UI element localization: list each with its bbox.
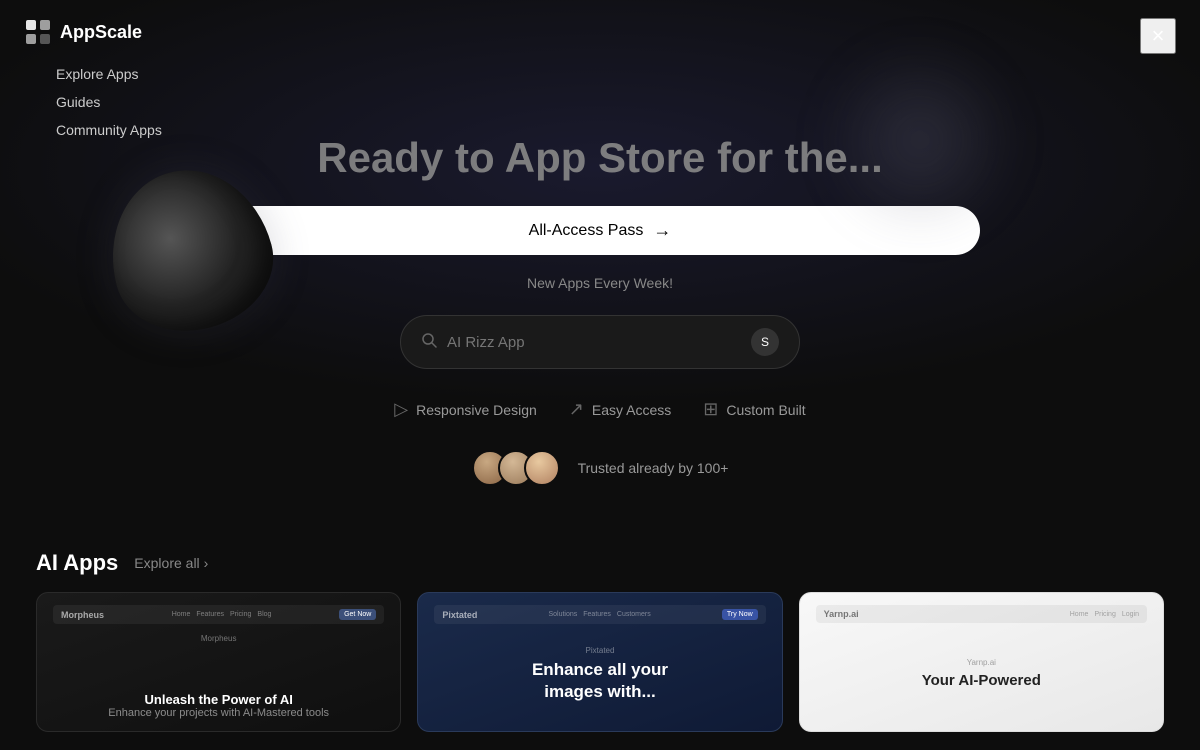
access-pass-arrow: → — [653, 220, 671, 241]
section-title: AI Apps — [36, 550, 118, 576]
search-icon — [421, 332, 437, 353]
explore-all-arrow-icon: › — [204, 555, 209, 571]
logo-text: AppScale — [60, 22, 142, 43]
responsive-icon: ▷ — [394, 399, 408, 420]
card-2-nav: Pixtated Solutions Features Customers Tr… — [434, 605, 765, 624]
feature-custom-built-label: Custom Built — [726, 402, 805, 418]
search-bar: S — [400, 315, 800, 369]
features-row: ▷ Responsive Design ↗ Easy Access ⊞ Cust… — [394, 399, 805, 420]
nav-guides[interactable]: Guides — [56, 88, 162, 116]
card-1-cta: Get Now — [339, 609, 376, 620]
card-1-logo: Morpheus — [61, 610, 104, 620]
card-2-inner: Pixtated Solutions Features Customers Tr… — [418, 593, 781, 731]
search-input[interactable] — [447, 334, 741, 351]
card-1-inner: Morpheus Home Features Pricing Blog Get … — [37, 593, 400, 731]
nav-explore[interactable]: Explore Apps — [56, 60, 162, 88]
card-2-cta: Try Now — [722, 609, 758, 620]
card-1-nav-links: Home Features Pricing Blog — [172, 611, 272, 618]
card-3-logo: Yarnp.ai — [824, 609, 859, 619]
device-image — [80, 150, 300, 350]
search-submit-button[interactable]: S — [751, 328, 779, 356]
card-3-nav-links: Home Pricing Login — [1070, 611, 1139, 618]
hero-section: Ready to App Store for the... All-Access… — [0, 0, 1200, 560]
explore-all-link[interactable]: Explore all › — [134, 555, 208, 571]
app-card-yarnp[interactable]: Yarnp.ai Home Pricing Login Yarnp.ai You… — [799, 592, 1164, 732]
card-1-nav: Morpheus Home Features Pricing Blog Get … — [53, 605, 384, 624]
hero-headline: Ready to App Store for the... — [317, 134, 882, 182]
new-apps-text: New Apps Every Week! — [527, 275, 673, 291]
trust-text: Trusted already by 100+ — [578, 460, 729, 476]
card-2-badge: Pixtated — [586, 646, 615, 655]
card-2-title: Enhance all yourimages with... — [532, 659, 668, 703]
card-1-title: Unleash the Power of AI — [53, 692, 384, 707]
trust-row: Trusted already by 100+ — [472, 450, 729, 486]
close-button[interactable]: × — [1140, 18, 1176, 54]
logo-icon — [24, 18, 52, 46]
app-card-pixtated[interactable]: Pixtated Solutions Features Customers Tr… — [417, 592, 782, 732]
cards-row: Morpheus Home Features Pricing Blog Get … — [36, 592, 1164, 732]
feature-easy-access: ↗ Easy Access — [569, 399, 671, 420]
card-2-logo: Pixtated — [442, 610, 477, 620]
card-1-subtitle: Enhance your projects with AI-Mastered t… — [53, 707, 384, 719]
ai-apps-section: AI Apps Explore all › Morpheus Home Feat… — [0, 530, 1200, 750]
feature-responsive-label: Responsive Design — [416, 402, 537, 418]
nav-links: Explore Apps Guides Community Apps — [56, 60, 162, 144]
card-2-nav-links: Solutions Features Customers — [548, 611, 650, 618]
card-3-title: Your AI-Powered — [922, 671, 1041, 691]
access-pass-label: All-Access Pass — [529, 222, 644, 240]
section-header: AI Apps Explore all › — [36, 550, 1164, 576]
nav-community[interactable]: Community Apps — [56, 116, 162, 144]
app-card-morpheus[interactable]: Morpheus Home Features Pricing Blog Get … — [36, 592, 401, 732]
avatar-stack — [472, 450, 550, 486]
feature-responsive: ▷ Responsive Design — [394, 399, 536, 420]
feature-easy-access-label: Easy Access — [592, 402, 671, 418]
card-3-inner: Yarnp.ai Home Pricing Login Yarnp.ai You… — [800, 593, 1163, 731]
feature-custom-built: ⊞ Custom Built — [703, 399, 805, 420]
card-3-nav: Yarnp.ai Home Pricing Login — [816, 605, 1147, 623]
device-shape — [92, 152, 288, 348]
custom-built-icon: ⊞ — [703, 399, 718, 420]
easy-access-icon: ↗ — [569, 399, 584, 420]
navigation: AppScale Explore Apps Guides Community A… — [0, 0, 1200, 64]
app-logo[interactable]: AppScale — [24, 18, 142, 46]
card-1-badge: Morpheus — [53, 634, 384, 643]
card-3-badge: Yarnp.ai — [967, 658, 996, 667]
avatar-3 — [524, 450, 560, 486]
